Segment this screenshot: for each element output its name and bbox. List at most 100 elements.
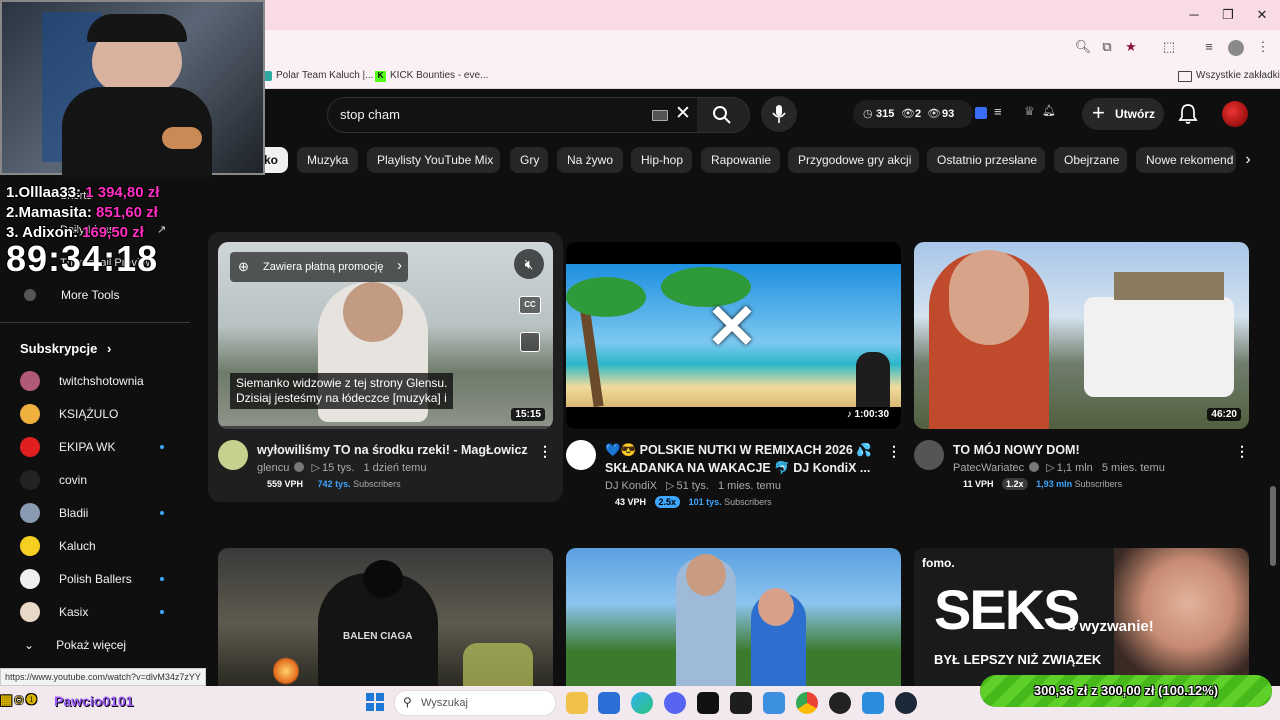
video-thumbnail-6[interactable]: fomo. SEKS 8 wyzwanie! BYŁ LEPSZY NIŻ ZW… (914, 548, 1249, 686)
video-thumbnail-3[interactable]: 46:20 (914, 242, 1249, 429)
maximize-icon[interactable]: ❐ (1216, 4, 1240, 26)
channel-avatar-glencu[interactable] (218, 440, 248, 470)
create-button[interactable]: + Utwórz (1082, 98, 1164, 130)
chip-filter[interactable]: Muzyka (297, 147, 358, 173)
promo-icon: ⊕ (238, 259, 249, 274)
channel-avatar-djkondix[interactable] (566, 440, 596, 470)
close-window-icon[interactable]: ✕ (1250, 4, 1274, 26)
thumb-big-text: SEKS (934, 578, 1080, 641)
bookmark-star-icon[interactable]: ★ (1122, 38, 1140, 56)
sidebar-item-more-tools[interactable]: More Tools (0, 279, 190, 311)
channel-name[interactable]: DJ KondiX (605, 480, 657, 492)
browser-menu-icon[interactable]: ⋮ (1254, 38, 1272, 56)
mute-icon[interactable]: 🔇︎ (514, 249, 544, 279)
video-captions: Siemanko widzowie z tej strony Glensu. D… (230, 373, 454, 409)
subscription-item[interactable]: EKIPA WK (0, 431, 190, 463)
clear-search-icon[interactable]: ✕ (675, 102, 691, 125)
channel-name[interactable]: glencu (257, 462, 289, 474)
subscription-item[interactable]: Kaluch (0, 530, 190, 562)
chip-filter[interactable]: Przygodowe gry akcji (788, 147, 919, 173)
extension-logo-icon[interactable] (975, 107, 987, 119)
paid-promo-badge[interactable]: ⊕ Zawiera płatną promocję › (230, 252, 408, 282)
bookmark-label: Polar Team Kaluch |... (276, 70, 374, 81)
app-icon[interactable] (730, 692, 752, 714)
page-scrollbar[interactable] (1270, 486, 1276, 566)
video-thumbnail-2[interactable]: ✕ ♪ 1:00:30 (566, 242, 901, 429)
subscription-item[interactable]: twitchshotownia (0, 365, 190, 397)
video-title[interactable]: wyłowiliśmy TO na środku rzeki! - MagŁow… (257, 441, 532, 459)
video-duration: ♪ 1:00:30 (842, 408, 893, 421)
notifications-bell-icon[interactable] (1178, 103, 1198, 125)
chip-filter[interactable]: Obejrzane (1054, 147, 1127, 173)
trophy-icon[interactable]: ♕ (1024, 104, 1035, 118)
webcam-food (162, 127, 202, 149)
taskbar-search[interactable]: ⚲ Wyszukaj (394, 690, 556, 716)
steam-icon[interactable] (895, 692, 917, 714)
extensions-icon[interactable]: ⬚ (1160, 38, 1178, 56)
create-label: Utwórz (1115, 107, 1155, 121)
subscription-item[interactable]: Polish Ballers (0, 563, 190, 595)
thumb-face (686, 554, 726, 596)
file-explorer-icon[interactable] (566, 692, 588, 714)
photos-icon[interactable] (763, 692, 785, 714)
zoom-icon[interactable]: 🔍︎ (1074, 38, 1092, 56)
subscription-item[interactable]: KSIĄŻULO (0, 398, 190, 430)
channel-avatar-patecwariatec[interactable] (914, 440, 944, 470)
keyboard-icon[interactable] (652, 110, 668, 121)
obs-icon[interactable] (829, 692, 851, 714)
media-controls-icon[interactable]: ≡ (1200, 38, 1218, 56)
chip-filter[interactable]: Rapowanie (701, 147, 780, 173)
video-menu-icon[interactable]: ⋮ (887, 443, 901, 460)
search-button[interactable] (697, 97, 750, 133)
chip-filter[interactable]: Hip-hop (631, 147, 692, 173)
donor-amount: 1 394,80 zł (85, 184, 160, 201)
picture-in-picture-icon[interactable] (520, 332, 540, 352)
bookmark-polar[interactable]: Polar Team Kaluch |... (262, 68, 373, 84)
video-thumbnail-1[interactable]: ⊕ Zawiera płatną promocję › 🔇︎ CC Sieman… (218, 242, 553, 429)
captions-icon[interactable]: CC (519, 296, 541, 314)
bookmark-kick[interactable]: K KICK Bounties - eve... (375, 68, 488, 84)
chip-filter[interactable]: Na żywo (557, 147, 623, 173)
chip-filter[interactable]: Gry (510, 147, 548, 173)
video-thumbnail-5[interactable] (566, 548, 901, 686)
search-input[interactable]: stop cham (340, 107, 400, 122)
cast-icon[interactable]: ⧉ (1098, 38, 1116, 56)
minimize-icon[interactable]: ─ (1182, 4, 1206, 26)
store-icon[interactable] (598, 692, 620, 714)
donor-2: 2.Mamasita: 851,60 zł (6, 204, 158, 222)
search-box[interactable]: stop cham ✕ (327, 97, 699, 133)
show-more-button[interactable]: ⌄ Pokaż więcej (0, 629, 190, 661)
channel-name[interactable]: PatecWariatec (953, 462, 1024, 474)
chevron-down-icon: ⌄ (24, 638, 35, 652)
video-menu-icon[interactable]: ⋮ (538, 443, 552, 460)
video-thumbnail-4[interactable]: BALEN CIAGA (218, 548, 553, 686)
play-icon: ▷ (1046, 462, 1055, 474)
video-stats: 43 VPH 2.5x 101 tys. Subscribers (615, 496, 772, 508)
video-menu-icon[interactable]: ⋮ (1235, 443, 1249, 460)
thumb-palm-leaves (566, 277, 646, 317)
chip-filter[interactable]: Nowe rekomend (1136, 147, 1236, 173)
clock-icon: ◷ (863, 108, 873, 120)
chip-filter[interactable]: Ostatnio przesłane (927, 147, 1045, 173)
chips-next-icon[interactable]: › (1236, 147, 1260, 173)
video-title[interactable]: TO MÓJ NOWY DOM! (953, 441, 1228, 459)
list-icon[interactable]: ≡ (994, 104, 1002, 119)
edge-icon[interactable] (631, 692, 653, 714)
discord-icon[interactable] (664, 692, 686, 714)
chrome-icon[interactable] (796, 692, 818, 714)
subscription-item[interactable]: Kasix (0, 596, 190, 628)
account-avatar[interactable] (1222, 101, 1248, 127)
app-icon[interactable] (862, 692, 884, 714)
chip-filter[interactable]: Playlisty YouTube Mix (367, 147, 500, 173)
video-title[interactable]: 💙😎 POLSKIE NUTKI W REMIXACH 2026 💦 SKŁAD… (605, 441, 880, 477)
bell-small-icon[interactable]: 🔔︎ (1042, 104, 1056, 117)
vph-value: 43 VPH (615, 497, 647, 507)
tiktok-icon[interactable] (697, 692, 719, 714)
all-bookmarks[interactable]: Wszystkie zakładki (1178, 68, 1280, 84)
voice-search-button[interactable] (761, 96, 797, 132)
windows-start-icon[interactable] (366, 693, 384, 711)
subscription-item[interactable]: covin (0, 464, 190, 496)
profile-avatar[interactable] (1228, 40, 1244, 56)
subscriptions-heading[interactable]: Subskrypcje › (20, 341, 111, 356)
subscription-item[interactable]: Bladii (0, 497, 190, 529)
